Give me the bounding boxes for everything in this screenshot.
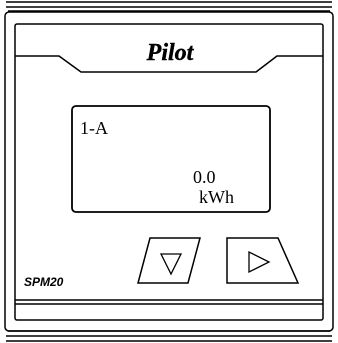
brand-logo: Pilot: [146, 40, 195, 66]
display-value: 0.0: [193, 167, 216, 187]
down-button[interactable]: [137, 237, 201, 284]
lcd-display: 1-A 0.0 kWh: [71, 105, 271, 213]
model-label: SPM20: [24, 275, 64, 289]
power-meter-front-panel: Pilot 1-A 0.0 kWh SPM20: [4, 1, 334, 342]
display-unit: kWh: [199, 187, 234, 207]
right-button[interactable]: [226, 237, 300, 284]
display-channel: 1-A: [80, 118, 108, 138]
